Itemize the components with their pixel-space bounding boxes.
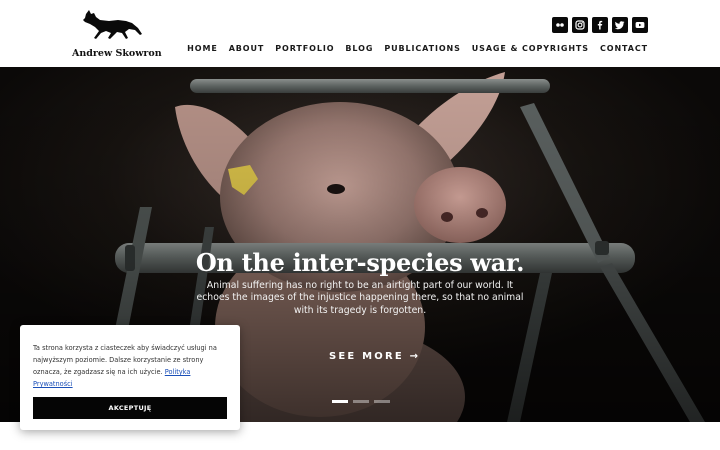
nav-about[interactable]: ABOUT [229,44,265,53]
cookie-message: Ta strona korzysta z ciasteczek aby świa… [33,342,231,390]
nav-contact[interactable]: CONTACT [600,44,648,53]
cookie-banner: Ta strona korzysta z ciasteczek aby świa… [20,325,240,430]
site-header: Andrew Skowron HOME ABOUT PORTFOLIO BLOG… [0,0,720,67]
nav-portfolio[interactable]: PORTFOLIO [275,44,334,53]
fox-icon [83,10,142,39]
see-more-link[interactable]: SEE MORE → [329,351,420,362]
youtube-icon[interactable] [632,17,648,33]
nav-home[interactable]: HOME [187,44,218,53]
hero-title: On the inter-species war. [195,248,525,277]
slider-dot-1[interactable] [332,400,348,403]
instagram-icon[interactable] [572,17,588,33]
slider-dot-2[interactable] [353,400,369,403]
twitter-icon[interactable] [612,17,628,33]
nav-usage-copyrights[interactable]: USAGE & COPYRIGHTS [472,44,589,53]
facebook-icon[interactable] [592,17,608,33]
nav-publications[interactable]: PUBLICATIONS [384,44,460,53]
site-logo[interactable]: Andrew Skowron [72,8,162,62]
nav-blog[interactable]: BLOG [345,44,373,53]
accept-cookies-button[interactable]: AKCEPTUJĘ [33,397,227,419]
social-links [552,17,648,33]
main-nav: HOME ABOUT PORTFOLIO BLOG PUBLICATIONS U… [187,44,648,53]
slider-dot-3[interactable] [374,400,390,403]
site-name: Andrew Skowron [72,48,162,59]
hero-description: Animal suffering has no right to be an a… [196,280,524,316]
flickr-icon[interactable] [552,17,568,33]
slider-pagination [332,400,390,403]
